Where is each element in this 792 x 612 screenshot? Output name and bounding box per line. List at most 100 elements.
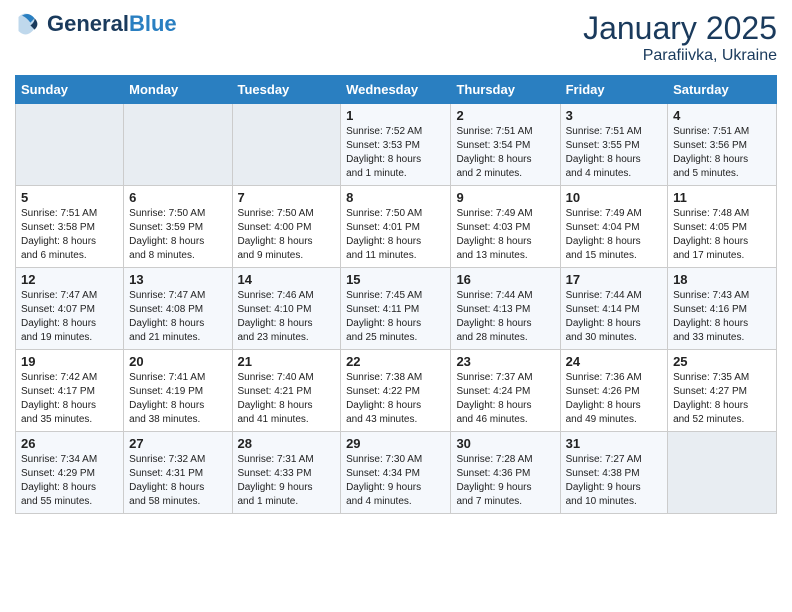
day-number: 5: [21, 190, 118, 205]
day-info: Sunrise: 7:32 AM Sunset: 4:31 PM Dayligh…: [129, 453, 226, 509]
calendar-cell: 18 Sunrise: 7:43 AM Sunset: 4:16 PM Dayli…: [668, 268, 777, 350]
calendar-cell: 12 Sunrise: 7:47 AM Sunset: 4:07 PM Dayli…: [16, 268, 124, 350]
calendar-cell: 3 Sunrise: 7:51 AM Sunset: 3:55 PM Daylig…: [560, 104, 667, 186]
calendar-cell: 30 Sunrise: 7:28 AM Sunset: 4:36 PM Dayli…: [451, 432, 560, 514]
calendar-cell: 17 Sunrise: 7:44 AM Sunset: 4:14 PM Dayli…: [560, 268, 667, 350]
day-number: 18: [673, 272, 771, 287]
calendar: SundayMondayTuesdayWednesdayThursdayFrid…: [15, 75, 777, 514]
day-info: Sunrise: 7:49 AM Sunset: 4:03 PM Dayligh…: [456, 207, 554, 263]
day-info: Sunrise: 7:50 AM Sunset: 4:01 PM Dayligh…: [346, 207, 445, 263]
calendar-cell: 11Sunrise: 7:48 AM Sunset: 4:05 PM Dayli…: [668, 186, 777, 268]
day-number: 17: [566, 272, 662, 287]
calendar-cell: [124, 104, 232, 186]
day-number: 3: [566, 108, 662, 123]
day-info: Sunrise: 7:51 AM Sunset: 3:54 PM Dayligh…: [456, 125, 554, 181]
day-info: Sunrise: 7:51 AM Sunset: 3:55 PM Dayligh…: [566, 125, 662, 181]
day-info: Sunrise: 7:40 AM Sunset: 4:21 PM Dayligh…: [238, 371, 336, 427]
calendar-week-3: 19 Sunrise: 7:42 AM Sunset: 4:17 PM Dayli…: [16, 350, 777, 432]
day-info: Sunrise: 7:43 AM Sunset: 4:16 PM Dayligh…: [673, 289, 771, 345]
day-info: Sunrise: 7:50 AM Sunset: 3:59 PM Dayligh…: [129, 207, 226, 263]
calendar-cell: 9 Sunrise: 7:49 AM Sunset: 4:03 PM Daylig…: [451, 186, 560, 268]
calendar-cell: 7 Sunrise: 7:50 AM Sunset: 4:00 PM Daylig…: [232, 186, 341, 268]
day-info: Sunrise: 7:38 AM Sunset: 4:22 PM Dayligh…: [346, 371, 445, 427]
logo: GeneralBlue: [15, 10, 177, 38]
calendar-cell: 26Sunrise: 7:34 AM Sunset: 4:29 PM Dayli…: [16, 432, 124, 514]
calendar-cell: 6 Sunrise: 7:50 AM Sunset: 3:59 PM Daylig…: [124, 186, 232, 268]
day-info: Sunrise: 7:28 AM Sunset: 4:36 PM Dayligh…: [456, 453, 554, 509]
day-number: 20: [129, 354, 226, 369]
day-info: Sunrise: 7:37 AM Sunset: 4:24 PM Dayligh…: [456, 371, 554, 427]
day-info: Sunrise: 7:31 AM Sunset: 4:33 PM Dayligh…: [238, 453, 336, 509]
day-number: 15: [346, 272, 445, 287]
day-number: 25: [673, 354, 771, 369]
day-number: 11: [673, 190, 771, 205]
day-number: 19: [21, 354, 118, 369]
day-number: 12: [21, 272, 118, 287]
calendar-cell: 10 Sunrise: 7:49 AM Sunset: 4:04 PM Dayli…: [560, 186, 667, 268]
calendar-cell: [668, 432, 777, 514]
logo-text: GeneralBlue: [47, 12, 177, 36]
day-info: Sunrise: 7:35 AM Sunset: 4:27 PM Dayligh…: [673, 371, 771, 427]
day-info: Sunrise: 7:27 AM Sunset: 4:38 PM Dayligh…: [566, 453, 662, 509]
day-number: 27: [129, 436, 226, 451]
weekday-header-friday: Friday: [560, 76, 667, 104]
calendar-cell: 27 Sunrise: 7:32 AM Sunset: 4:31 PM Dayli…: [124, 432, 232, 514]
day-number: 22: [346, 354, 445, 369]
weekday-header-saturday: Saturday: [668, 76, 777, 104]
day-info: Sunrise: 7:49 AM Sunset: 4:04 PM Dayligh…: [566, 207, 662, 263]
day-number: 10: [566, 190, 662, 205]
day-info: Sunrise: 7:51 AM Sunset: 3:56 PM Dayligh…: [673, 125, 771, 181]
day-info: Sunrise: 7:51 AM Sunset: 3:58 PM Dayligh…: [21, 207, 118, 263]
weekday-row: SundayMondayTuesdayWednesdayThursdayFrid…: [16, 76, 777, 104]
weekday-header-tuesday: Tuesday: [232, 76, 341, 104]
day-info: Sunrise: 7:52 AM Sunset: 3:53 PM Dayligh…: [346, 125, 445, 181]
day-number: 23: [456, 354, 554, 369]
weekday-header-monday: Monday: [124, 76, 232, 104]
calendar-cell: 19 Sunrise: 7:42 AM Sunset: 4:17 PM Dayli…: [16, 350, 124, 432]
day-number: 8: [346, 190, 445, 205]
calendar-cell: 20Sunrise: 7:41 AM Sunset: 4:19 PM Dayli…: [124, 350, 232, 432]
calendar-cell: 29 Sunrise: 7:30 AM Sunset: 4:34 PM Dayli…: [341, 432, 451, 514]
calendar-week-2: 12 Sunrise: 7:47 AM Sunset: 4:07 PM Dayli…: [16, 268, 777, 350]
month-title: January 2025: [583, 10, 777, 47]
day-info: Sunrise: 7:47 AM Sunset: 4:08 PM Dayligh…: [129, 289, 226, 345]
day-info: Sunrise: 7:50 AM Sunset: 4:00 PM Dayligh…: [238, 207, 336, 263]
calendar-header: SundayMondayTuesdayWednesdayThursdayFrid…: [16, 76, 777, 104]
day-number: 1: [346, 108, 445, 123]
day-info: Sunrise: 7:45 AM Sunset: 4:11 PM Dayligh…: [346, 289, 445, 345]
day-number: 30: [456, 436, 554, 451]
day-info: Sunrise: 7:42 AM Sunset: 4:17 PM Dayligh…: [21, 371, 118, 427]
calendar-cell: 25 Sunrise: 7:35 AM Sunset: 4:27 PM Dayli…: [668, 350, 777, 432]
calendar-cell: 23 Sunrise: 7:37 AM Sunset: 4:24 PM Dayli…: [451, 350, 560, 432]
day-number: 7: [238, 190, 336, 205]
day-info: Sunrise: 7:44 AM Sunset: 4:14 PM Dayligh…: [566, 289, 662, 345]
day-number: 4: [673, 108, 771, 123]
day-number: 31: [566, 436, 662, 451]
calendar-cell: 14Sunrise: 7:46 AM Sunset: 4:10 PM Dayli…: [232, 268, 341, 350]
day-number: 9: [456, 190, 554, 205]
calendar-cell: 1 Sunrise: 7:52 AM Sunset: 3:53 PM Daylig…: [341, 104, 451, 186]
calendar-cell: 16Sunrise: 7:44 AM Sunset: 4:13 PM Dayli…: [451, 268, 560, 350]
calendar-cell: 22 Sunrise: 7:38 AM Sunset: 4:22 PM Dayli…: [341, 350, 451, 432]
day-number: 21: [238, 354, 336, 369]
day-info: Sunrise: 7:30 AM Sunset: 4:34 PM Dayligh…: [346, 453, 445, 509]
calendar-cell: 8 Sunrise: 7:50 AM Sunset: 4:01 PM Daylig…: [341, 186, 451, 268]
calendar-cell: 5 Sunrise: 7:51 AM Sunset: 3:58 PM Daylig…: [16, 186, 124, 268]
calendar-cell: [16, 104, 124, 186]
day-info: Sunrise: 7:47 AM Sunset: 4:07 PM Dayligh…: [21, 289, 118, 345]
day-number: 16: [456, 272, 554, 287]
calendar-week-4: 26Sunrise: 7:34 AM Sunset: 4:29 PM Dayli…: [16, 432, 777, 514]
day-number: 6: [129, 190, 226, 205]
calendar-body: 1 Sunrise: 7:52 AM Sunset: 3:53 PM Daylig…: [16, 104, 777, 514]
title-block: January 2025 Parafiivka, Ukraine: [583, 10, 777, 65]
calendar-cell: 13Sunrise: 7:47 AM Sunset: 4:08 PM Dayli…: [124, 268, 232, 350]
weekday-header-sunday: Sunday: [16, 76, 124, 104]
calendar-cell: 31 Sunrise: 7:27 AM Sunset: 4:38 PM Dayli…: [560, 432, 667, 514]
day-number: 28: [238, 436, 336, 451]
location: Parafiivka, Ukraine: [583, 47, 777, 65]
day-number: 29: [346, 436, 445, 451]
day-info: Sunrise: 7:36 AM Sunset: 4:26 PM Dayligh…: [566, 371, 662, 427]
weekday-header-thursday: Thursday: [451, 76, 560, 104]
logo-icon: [15, 10, 43, 38]
day-number: 14: [238, 272, 336, 287]
